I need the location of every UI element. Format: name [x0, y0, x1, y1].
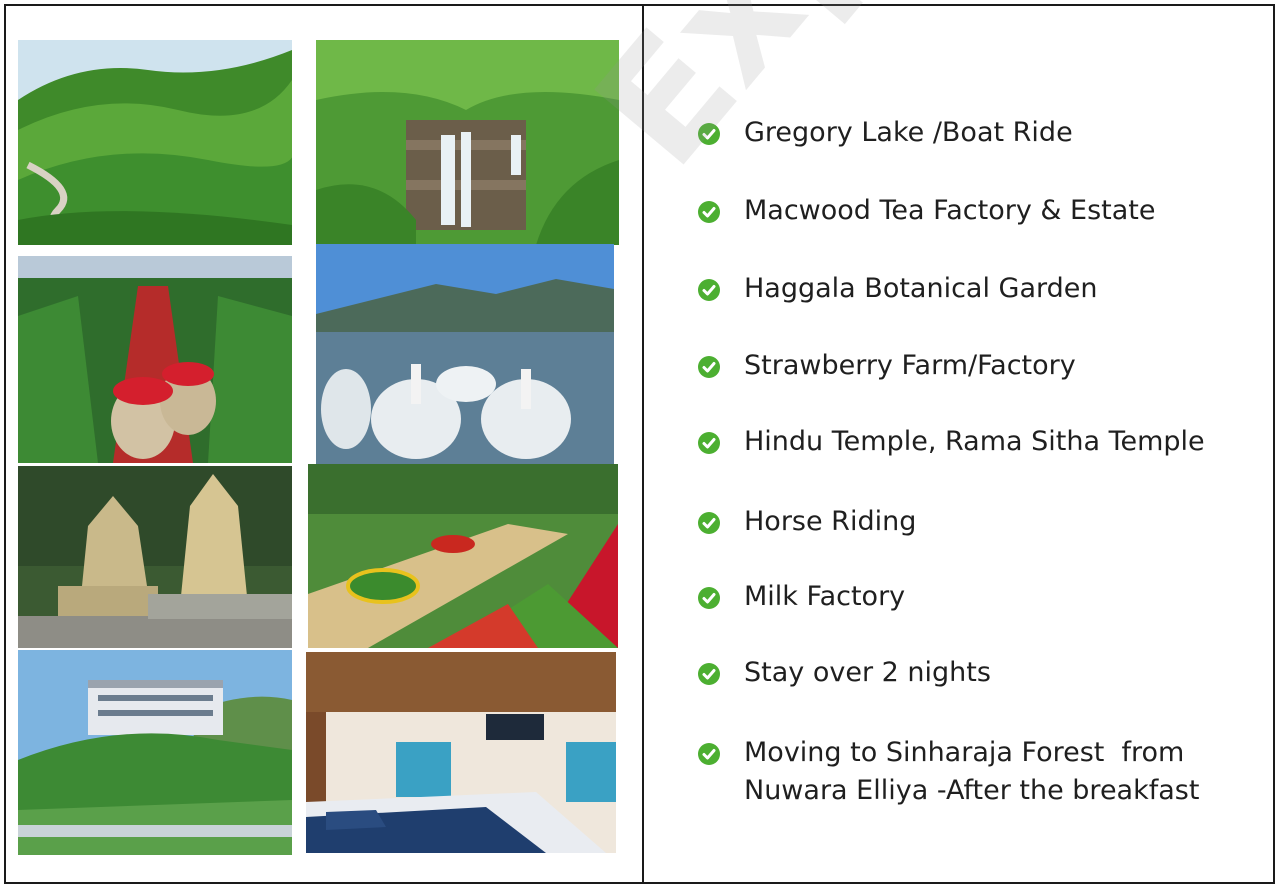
tea-factory-building-photo — [18, 650, 292, 855]
attraction-label: Stay over 2 nights — [744, 657, 991, 688]
attraction-label: Horse Riding — [744, 506, 917, 537]
strawberry-farm-photo — [18, 256, 292, 463]
list-item: Stay over 2 nights — [698, 654, 991, 692]
tea-plantation-photo — [18, 40, 292, 245]
itinerary-table: Gregory Lake /Boat Ride Macwood Tea Fact… — [4, 4, 1275, 884]
list-item: Horse Riding — [698, 503, 916, 541]
list-item: Haggala Botanical Garden — [698, 270, 1098, 308]
hotel-bedroom-photo — [306, 652, 616, 853]
column-divider — [642, 6, 644, 882]
list-item: Macwood Tea Factory & Estate — [698, 192, 1155, 230]
check-circle-icon — [698, 432, 720, 454]
botanical-garden-photo — [308, 464, 618, 648]
attraction-label: Haggala Botanical Garden — [744, 273, 1098, 304]
attraction-label: Macwood Tea Factory & Estate — [744, 195, 1156, 226]
check-circle-icon — [698, 663, 720, 685]
hindu-temple-photo — [18, 466, 292, 648]
check-circle-icon — [698, 512, 720, 534]
check-circle-icon — [698, 356, 720, 378]
list-item: Hindu Temple, Rama Sitha Temple — [698, 423, 1205, 461]
list-item: Gregory Lake /Boat Ride — [698, 114, 1073, 152]
check-circle-icon — [698, 587, 720, 609]
swan-boats-lake-photo — [316, 244, 614, 466]
attraction-label: Gregory Lake /Boat Ride — [744, 117, 1073, 148]
attraction-label: Milk Factory — [744, 581, 906, 612]
list-item: Strawberry Farm/Factory — [698, 347, 1076, 385]
waterfall-photo — [316, 40, 619, 245]
check-circle-icon — [698, 201, 720, 223]
list-item: Milk Factory — [698, 578, 905, 616]
check-circle-icon — [698, 743, 720, 765]
check-circle-icon — [698, 279, 720, 301]
attraction-label: Moving to Sinharaja Forest from Nuwara E… — [744, 737, 1200, 806]
check-circle-icon — [698, 123, 720, 145]
attraction-label: Hindu Temple, Rama Sitha Temple — [744, 426, 1205, 457]
list-item: Moving to Sinharaja Forest from Nuwara E… — [698, 734, 1199, 810]
attraction-label: Strawberry Farm/Factory — [744, 350, 1076, 381]
